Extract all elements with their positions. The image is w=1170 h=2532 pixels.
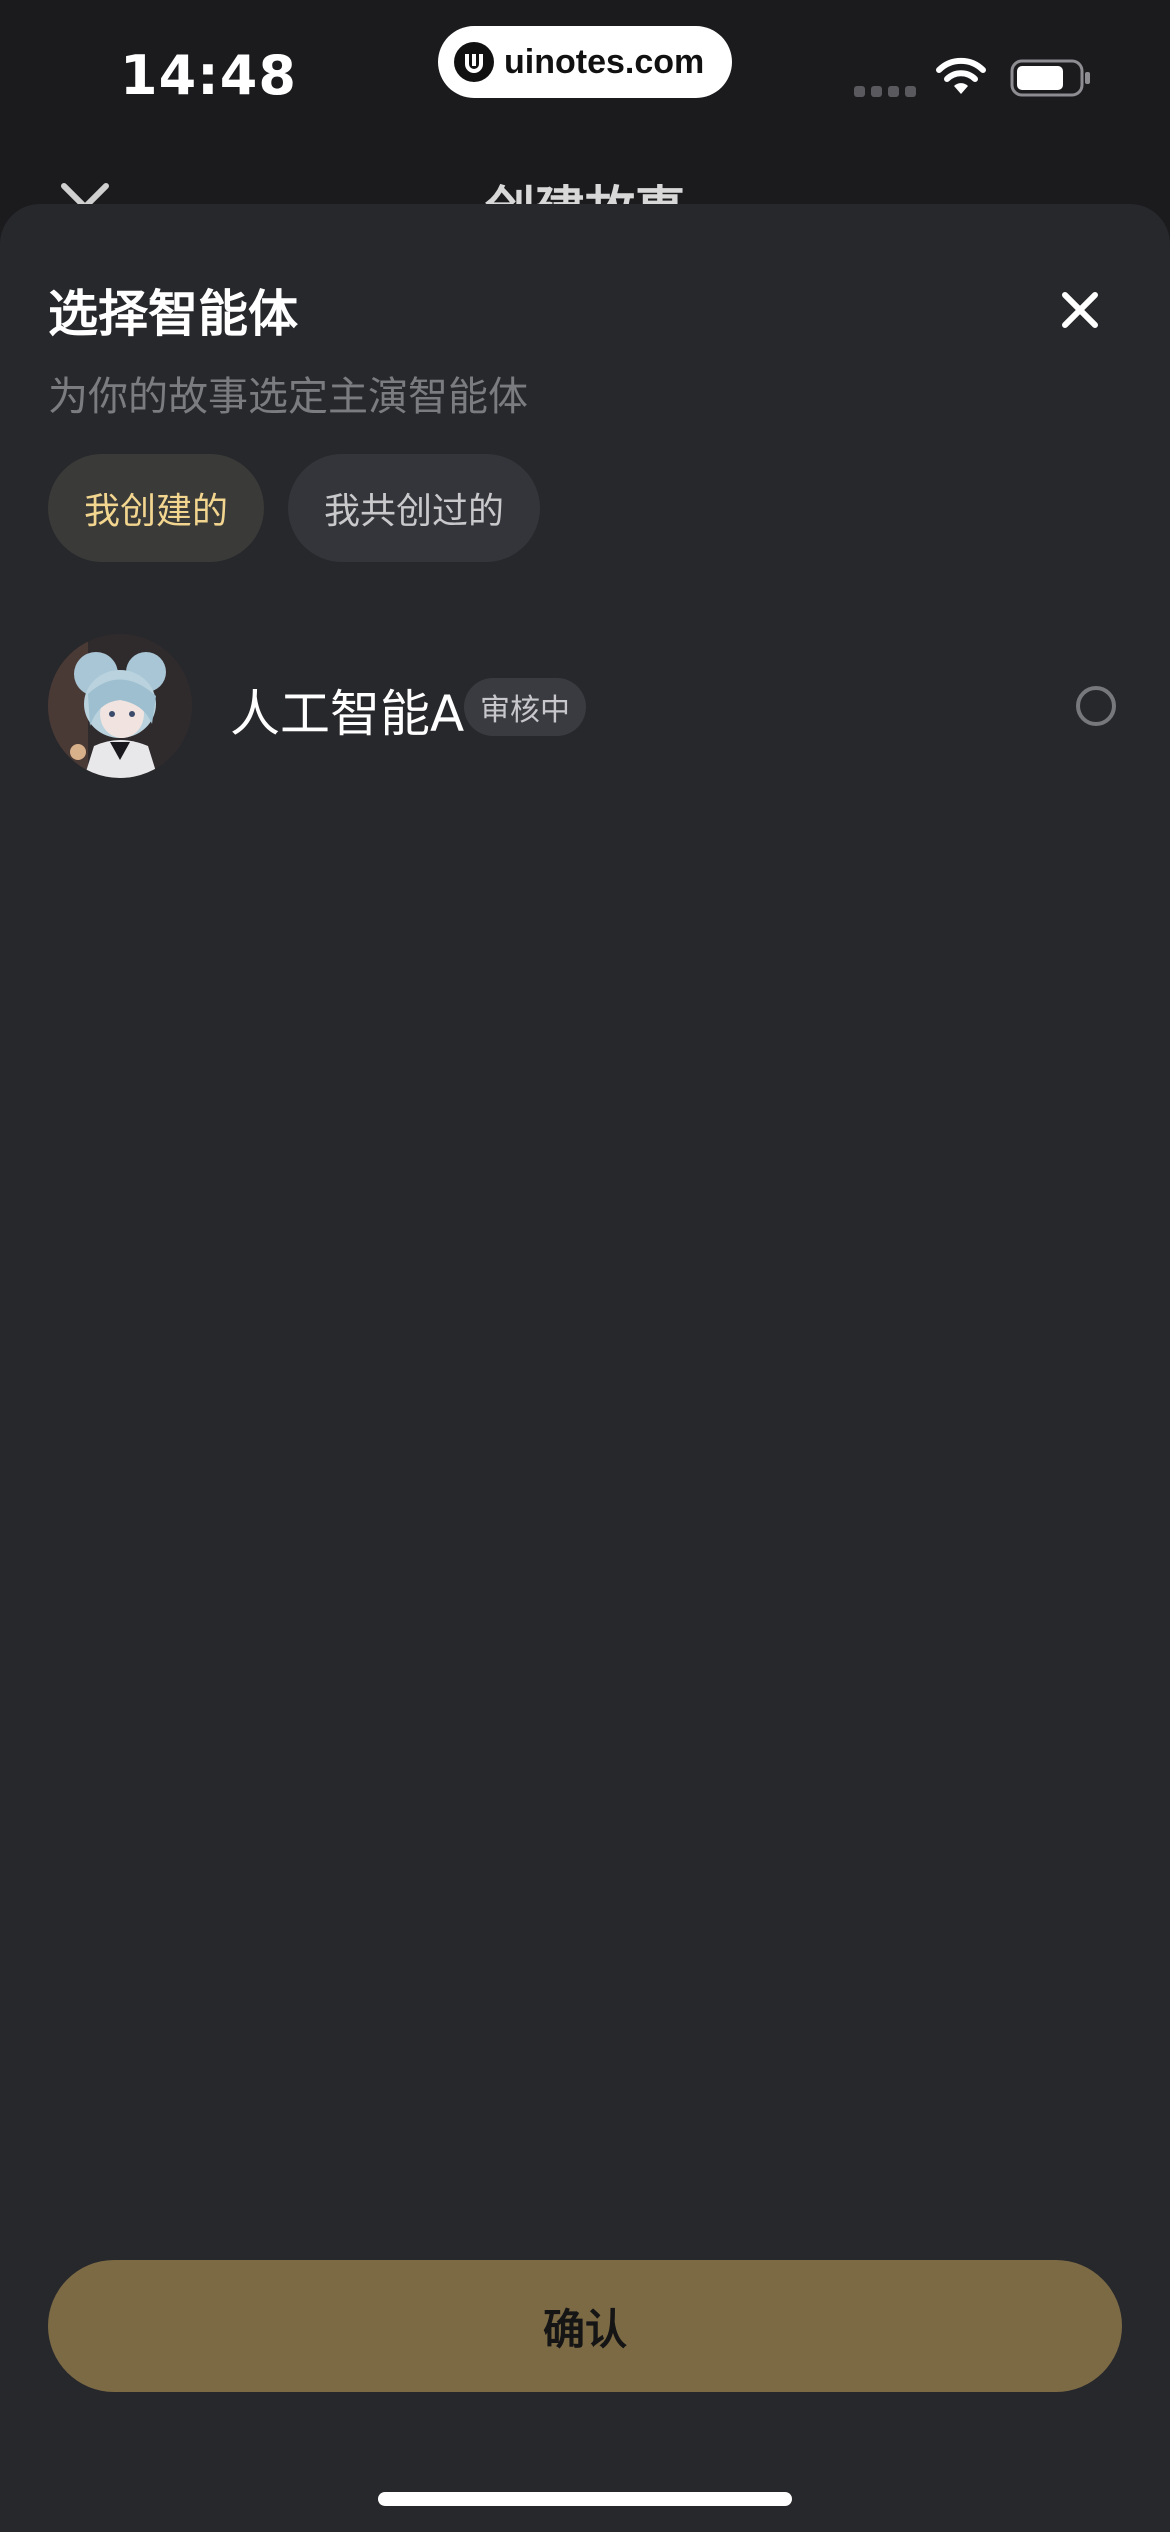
close-button[interactable] [1046,276,1114,344]
agent-name: 人工智能A [230,685,465,743]
confirm-button[interactable]: 确认 [48,2260,1122,2392]
status-badge: 审核中 [464,678,586,736]
cellular-signal-icon [854,86,916,97]
status-bar: 14:48 uinotes.com [0,0,1170,150]
close-icon [1062,292,1098,328]
sheet-subtitle: 为你的故事选定主演智能体 [48,374,528,420]
watermark-logo-icon [454,42,494,82]
screen: 14:48 uinotes.com 创建 [0,0,1170,2532]
avatar [48,634,192,778]
watermark-text: uinotes.com [504,42,705,81]
battery-icon [1010,59,1090,97]
wifi-icon [936,57,986,94]
agent-select-radio[interactable] [1076,686,1116,726]
watermark-badge: uinotes.com [438,26,732,98]
tab-co-created[interactable]: 我共创过的 [288,454,540,562]
tab-created-by-me[interactable]: 我创建的 [48,454,264,562]
agent-list-item[interactable]: 人工智能A 审核中 [48,634,1122,780]
sheet-title: 选择智能体 [48,285,298,343]
status-time: 14:48 [120,44,297,107]
select-agent-sheet: 选择智能体 为你的故事选定主演智能体 我创建的 我共创过的 人工智能A 审核中 … [0,204,1170,2532]
home-indicator [378,2492,792,2506]
